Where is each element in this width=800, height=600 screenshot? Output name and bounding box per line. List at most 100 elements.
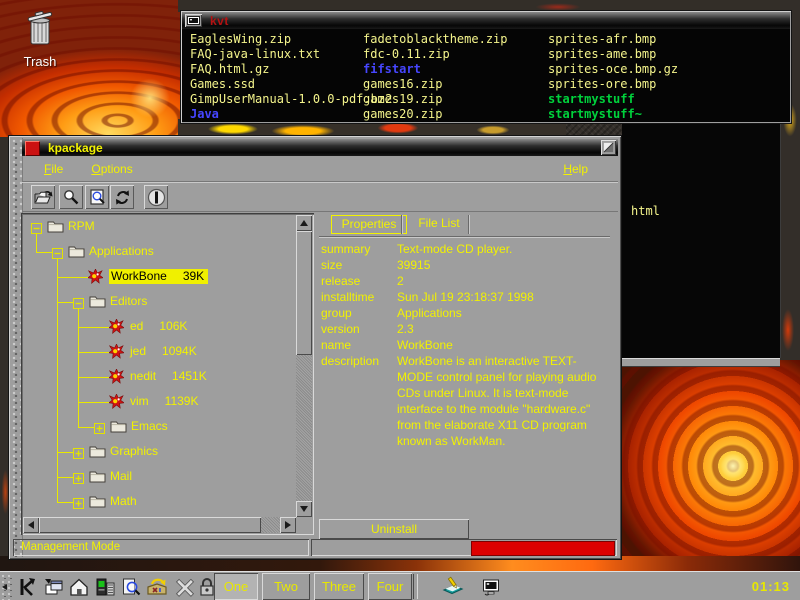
tree-item-text: RPM: [68, 219, 95, 233]
tree-item-applications[interactable]: Applications: [23, 244, 296, 263]
tree-item-text: Applications: [89, 244, 154, 258]
x11-icon[interactable]: [172, 574, 198, 599]
uninstall-button[interactable]: Uninstall: [319, 519, 469, 539]
trash-label: Trash: [8, 54, 72, 69]
property-key: release: [321, 273, 397, 289]
terminal-entry: Games.ssd: [190, 77, 255, 91]
tree-item-mail[interactable]: Mail: [23, 469, 296, 488]
tree-item-nedit[interactable]: nedit1451K: [23, 369, 296, 388]
kvt-body[interactable]: EaglesWing.zipfadetoblacktheme.zipsprite…: [182, 29, 790, 122]
refresh-icon[interactable]: [110, 185, 134, 209]
menubar-items: File Options: [44, 158, 161, 178]
toolbox-icon[interactable]: [144, 574, 170, 599]
desktop-button-one[interactable]: One: [214, 573, 258, 600]
tree-item-math[interactable]: Math: [23, 494, 296, 513]
collapse-box-icon[interactable]: [52, 246, 63, 257]
property-row: groupApplications: [321, 305, 608, 321]
tree-item-text: Editors: [110, 294, 147, 308]
tab-file-list[interactable]: File List: [406, 215, 472, 232]
desktop-button-two[interactable]: Two: [262, 573, 310, 600]
package-size: 106K: [159, 319, 187, 333]
tree-connector-line: [57, 277, 88, 278]
tab-properties[interactable]: Properties: [331, 215, 407, 234]
find-package-icon[interactable]: [59, 185, 83, 209]
tree-connector-line: [36, 233, 37, 252]
tree-item-emacs[interactable]: Emacs: [23, 419, 296, 438]
expand-box-icon[interactable]: [73, 446, 84, 457]
kpackage-titlebar[interactable]: kpackage: [22, 139, 618, 156]
wallpaper-fire-bottom-right: [614, 360, 800, 572]
properties-list: summaryText-mode CD player.size39915rele…: [321, 241, 608, 449]
terminal-entry: EaglesWing.zip: [190, 32, 291, 46]
trash-icon[interactable]: Trash: [8, 10, 72, 68]
collapse-box-icon[interactable]: [31, 221, 42, 232]
taskbar-clock: 01:13: [752, 579, 790, 594]
property-value: 2: [397, 273, 608, 289]
kvt-window-menu-button[interactable]: [185, 14, 202, 27]
tree-item-workbone[interactable]: WorkBone39K: [23, 269, 296, 288]
expand-box-icon[interactable]: [73, 496, 84, 507]
tree-item-rpm[interactable]: RPM: [23, 219, 296, 238]
terminal-icon[interactable]: [478, 574, 504, 599]
app-starter-icon[interactable]: [14, 574, 40, 599]
vertical-scroll-thumb[interactable]: [296, 231, 312, 355]
folder-icon: [47, 219, 64, 238]
tree-item-editors[interactable]: Editors: [23, 294, 296, 313]
terminal-row: FAQ.html.gzfifstartsprites-oce.bmp.gz: [182, 62, 790, 77]
tree-item-graphics[interactable]: Graphics: [23, 444, 296, 463]
menu-options[interactable]: Options: [91, 158, 132, 176]
exit-icon[interactable]: [144, 185, 168, 209]
home-icon[interactable]: [66, 574, 92, 599]
window-list-icon[interactable]: [40, 574, 66, 599]
tree-item-text: nedit1451K: [130, 369, 207, 383]
open-icon[interactable]: [31, 185, 55, 209]
tree-item-ed[interactable]: ed106K: [23, 319, 296, 338]
background-terminal-window[interactable]: html: [622, 118, 781, 358]
terminal-entry: games20.zip: [363, 107, 442, 121]
menu-file[interactable]: File: [44, 158, 63, 176]
tree-connector-line: [57, 502, 73, 503]
expand-box-icon[interactable]: [94, 421, 105, 432]
tree-horizontal-scrollbar[interactable]: [23, 517, 296, 533]
scroll-right-button[interactable]: [280, 517, 296, 533]
trash-can-glyph: [23, 10, 57, 48]
desktop-button-three[interactable]: Three: [314, 573, 364, 600]
horizontal-scroll-thumb[interactable]: [39, 517, 261, 533]
control-center-icon[interactable]: [92, 574, 118, 599]
help-book-icon[interactable]: [440, 574, 466, 599]
maximize-button[interactable]: [601, 140, 616, 155]
package-icon: [109, 369, 124, 389]
terminal-row: Games.ssdgames16.zipsprites-ore.bmp: [182, 77, 790, 92]
package-icon: [109, 394, 124, 414]
tree-vertical-scrollbar[interactable]: [296, 215, 312, 517]
panel-hide-handle[interactable]: [0, 573, 12, 600]
menu-help[interactable]: Help: [563, 162, 588, 176]
tree-connector-line: [78, 377, 109, 378]
scroll-left-button[interactable]: [23, 517, 39, 533]
tree-item-text: WorkBone39K: [109, 269, 208, 284]
kpackage-window: kpackage File Options Help: [8, 135, 622, 560]
desktop-button-four[interactable]: Four: [368, 573, 412, 600]
property-value: Text-mode CD player.: [397, 241, 608, 257]
collapse-box-icon[interactable]: [73, 296, 84, 307]
tree-item-text: Math: [110, 494, 137, 508]
tab-separator: [468, 215, 469, 234]
taskbar-separator: [413, 574, 418, 599]
tree-item-text: Emacs: [131, 419, 168, 433]
terminal-row: GimpUserManual-1.0.0-pdf.bz2games19.zips…: [182, 92, 790, 107]
management-mode-label: Management Mode: [21, 541, 120, 553]
find-files-icon[interactable]: [118, 574, 144, 599]
tree-connector-line: [36, 252, 52, 253]
tree-connector-line: [78, 427, 94, 428]
tree-item-jed[interactable]: jed1094K: [23, 344, 296, 363]
property-row: version2.3: [321, 321, 608, 337]
scroll-down-button[interactable]: [296, 501, 312, 517]
window-menu-button[interactable]: [25, 141, 40, 156]
expand-box-icon[interactable]: [73, 471, 84, 482]
tree-item-vim[interactable]: vim1139K: [23, 394, 296, 413]
kvt-window-title: kvt: [210, 14, 229, 28]
scroll-up-button[interactable]: [296, 215, 312, 231]
desktop: Trash html kvt EaglesWing.zipfadetoblack…: [0, 0, 800, 600]
find-file-icon[interactable]: [85, 185, 109, 209]
kvt-titlebar[interactable]: kvt: [182, 12, 790, 29]
